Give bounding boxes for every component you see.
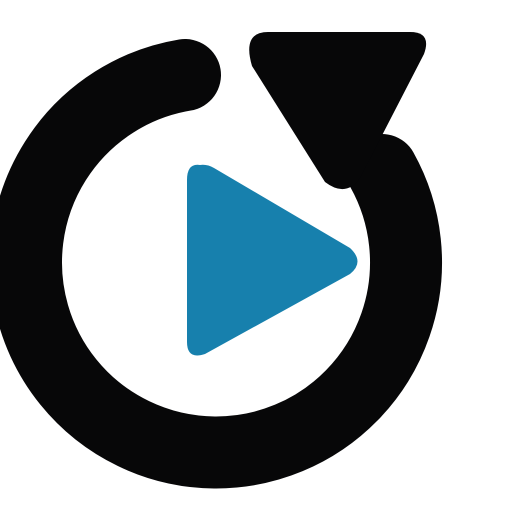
replay-icon-canvas [0,0,512,512]
replay-icon[interactable] [0,0,512,512]
play-triangle-icon [187,164,358,356]
